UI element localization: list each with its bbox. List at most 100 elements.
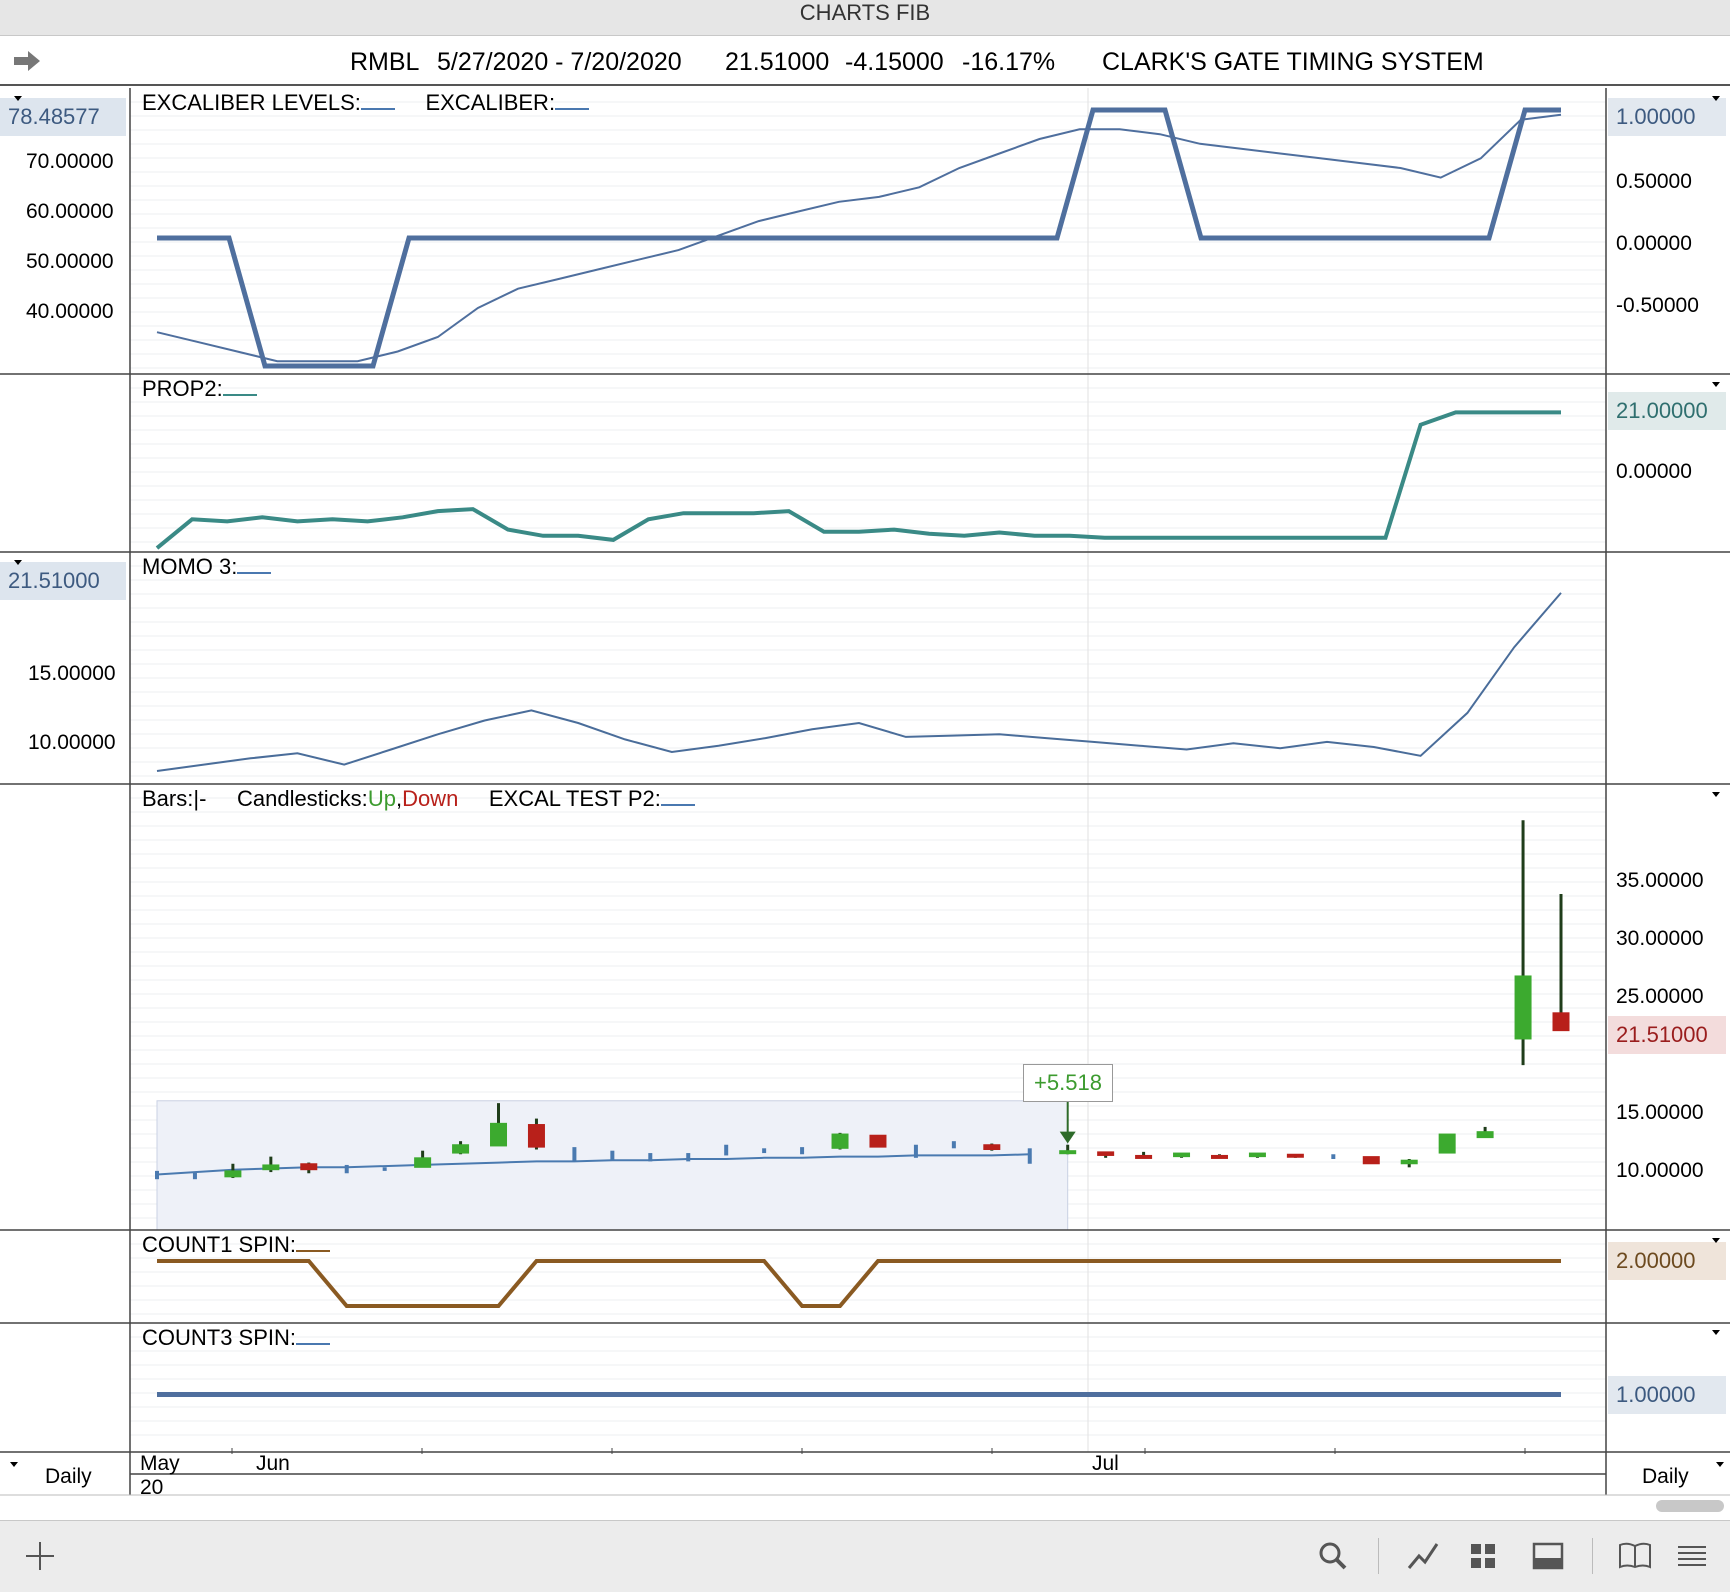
candle-up (452, 1144, 470, 1154)
period-right[interactable]: Daily (1642, 1465, 1689, 1489)
price-right-tick: 10.00000 (1616, 1159, 1704, 1182)
chevron-down-icon[interactable] (1712, 382, 1720, 387)
toolbar-divider (1378, 1538, 1379, 1574)
momo3-label: MOMO 3: (142, 554, 238, 579)
menu-icon[interactable] (1672, 1536, 1712, 1576)
count1-right-tag: 2.00000 (1608, 1242, 1726, 1280)
excaliber-right-tag: 1.00000 (1608, 98, 1726, 136)
candle-down (300, 1163, 318, 1171)
candle-up (1248, 1152, 1266, 1158)
excaliber-left-tick: 60.00000 (26, 200, 114, 223)
panel-icon[interactable] (1528, 1536, 1568, 1576)
legend-swatch (360, 94, 395, 110)
candle-down (869, 1134, 887, 1148)
chevron-down-icon[interactable] (14, 96, 22, 101)
candle-up (490, 1122, 508, 1147)
candle-up (262, 1164, 280, 1171)
down-label: Down (402, 786, 459, 811)
legend-swatch (296, 1236, 331, 1252)
count1-legend: COUNT1 SPIN: (142, 1232, 331, 1258)
book-icon[interactable] (1615, 1536, 1655, 1576)
legend-swatch (222, 380, 257, 396)
candle-up (1400, 1159, 1418, 1165)
price-right-tick: 35.00000 (1616, 869, 1704, 892)
prop2-label: PROP2: (142, 376, 223, 401)
prop2-right-tick: 0.00000 (1616, 460, 1692, 483)
count3-right-tag: 1.00000 (1608, 1376, 1726, 1414)
candle-up (224, 1170, 242, 1178)
annotation-label: +5.518 (1023, 1064, 1113, 1102)
horizontal-scrollbar[interactable] (1656, 1500, 1724, 1512)
bars-symbol: |- (193, 786, 207, 811)
year-label: 20 (140, 1476, 164, 1499)
period-left[interactable]: Daily (45, 1465, 92, 1489)
price-right-tick: 15.00000 (1616, 1101, 1704, 1124)
momo3-left-tag: 21.51000 (0, 562, 126, 600)
momo3-series (156, 592, 1562, 772)
legend-swatch (660, 790, 695, 806)
candle-down (1210, 1154, 1228, 1159)
prop2-legend: PROP2: (142, 376, 257, 402)
plus-icon[interactable] (20, 1536, 60, 1576)
excaliber-left-tick: 70.00000 (26, 150, 114, 173)
chevron-down-icon[interactable] (1712, 96, 1720, 101)
excaliber-levels-label: EXCALIBER LEVELS: (142, 90, 361, 115)
chevron-down-icon[interactable] (1712, 1238, 1720, 1243)
price-right-tick: 30.00000 (1616, 927, 1704, 950)
search-icon[interactable] (1313, 1536, 1353, 1576)
legend-swatch (555, 94, 590, 110)
price-right-tag: 21.51000 (1608, 1016, 1726, 1054)
excal-test-label: EXCAL TEST P2: (488, 786, 661, 811)
candlesticks-label: Candlesticks: (236, 786, 368, 811)
grid-layer (130, 88, 1606, 1452)
month-label: Jul (1092, 1452, 1119, 1475)
candle-down (1135, 1154, 1153, 1159)
candle-up (831, 1133, 849, 1149)
month-label: May (140, 1452, 180, 1475)
excaliber-right-tick: -0.50000 (1616, 294, 1699, 317)
legend-swatch (237, 558, 272, 574)
count3-legend: COUNT3 SPIN: (142, 1325, 331, 1351)
excaliber-left-tick: 50.00000 (26, 250, 114, 273)
month-label: Jun (256, 1452, 290, 1475)
momo3-left-tick: 10.00000 (28, 731, 116, 754)
grid-icon[interactable] (1463, 1536, 1503, 1576)
selection-region (156, 1100, 1069, 1231)
candle-down (527, 1124, 545, 1148)
candle-up (1438, 1133, 1456, 1154)
excaliber-right-tick: 0.50000 (1616, 170, 1692, 193)
excaliber-label: EXCALIBER: (425, 90, 556, 115)
draw-line-icon[interactable] (1403, 1536, 1443, 1576)
chevron-down-icon[interactable] (1712, 792, 1720, 797)
chevron-down-icon[interactable] (1712, 1330, 1720, 1335)
prop2-right-tag: 21.00000 (1608, 392, 1726, 430)
count3-label: COUNT3 SPIN: (142, 1325, 297, 1350)
excaliber-left-tick: 40.00000 (26, 300, 114, 323)
chevron-down-icon[interactable] (10, 1462, 18, 1467)
chart-area[interactable] (0, 0, 1730, 1520)
chevron-down-icon[interactable] (14, 560, 22, 565)
excaliber-right-tick: 0.00000 (1616, 232, 1692, 255)
toolbar-divider (1592, 1538, 1593, 1574)
bars-label: Bars: (142, 786, 194, 811)
chevron-down-icon[interactable] (1716, 1462, 1724, 1467)
candle-down (983, 1144, 1001, 1150)
up-label: Up (367, 786, 396, 811)
excaliber-levels-series (157, 107, 1561, 369)
candle-up (414, 1157, 432, 1168)
candle-down (1362, 1156, 1380, 1165)
legend-swatch (296, 1329, 331, 1345)
candle-down (1097, 1151, 1115, 1156)
excaliber-legend: EXCALIBER LEVELS: EXCALIBER: (142, 90, 590, 116)
momo3-legend: MOMO 3: (142, 554, 272, 580)
count1-series (157, 1259, 1561, 1308)
count1-label: COUNT1 SPIN: (142, 1232, 297, 1257)
momo3-left-tick: 15.00000 (28, 662, 116, 685)
candle-up (1514, 975, 1532, 1040)
candle-down (1286, 1153, 1304, 1158)
candle-down (1552, 1012, 1570, 1032)
candle-up (1476, 1131, 1494, 1139)
candle-up (1059, 1150, 1077, 1155)
price-right-tick: 25.00000 (1616, 985, 1704, 1008)
excaliber-left-tag: 78.48577 (0, 98, 126, 136)
